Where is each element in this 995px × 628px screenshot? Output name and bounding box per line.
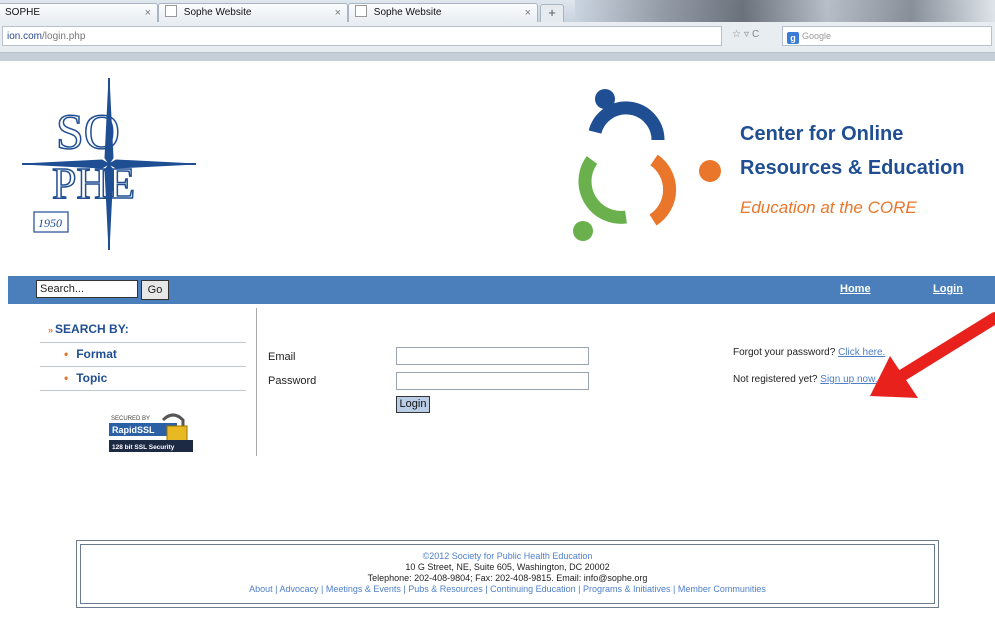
tab-sophe-website-1[interactable]: Sophe Website × (158, 3, 348, 22)
footer-link-pubs[interactable]: Pubs & Resources (408, 584, 483, 594)
search-input[interactable] (36, 280, 138, 298)
footer-link-continuing-education[interactable]: Continuing Education (490, 584, 576, 594)
close-tab-icon[interactable]: × (335, 4, 341, 22)
nav-bar: Go Home Login (8, 276, 995, 304)
sidebar-item-format[interactable]: • Format (40, 343, 246, 367)
sidebar: » SEARCH BY: • Format • Topic (40, 318, 246, 391)
tab-title: Sophe Website (373, 7, 442, 18)
footer-address: 10 G Street, NE, Suite 605, Washington, … (405, 562, 610, 572)
svg-text:SO: SO (56, 103, 120, 159)
tab-title: SOPHE (5, 7, 41, 18)
close-tab-icon[interactable]: × (145, 4, 151, 22)
rapidssl-badge[interactable]: SECURED BY RapidSSL 128 bit SSL Security (107, 410, 195, 454)
footer-contact: Telephone: 202-408-9804; Fax: 202-408-98… (367, 573, 648, 583)
footer-copyright: ©2012 Society for Public Health Educatio… (422, 551, 593, 561)
browser-tab-bar: SOPHE × Sophe Website × Sophe Website × … (0, 0, 995, 23)
footer-link-programs[interactable]: Programs & Initiatives (583, 584, 671, 594)
address-toolbar: ion.com/login.php ☆▿C g Google (0, 22, 995, 53)
svg-text:RapidSSL: RapidSSL (112, 425, 155, 435)
svg-text:128 bit SSL Security: 128 bit SSL Security (112, 444, 175, 451)
core-logo[interactable] (570, 82, 725, 245)
search-engine-label: Google (802, 31, 832, 41)
search-engine-box[interactable]: g Google (782, 26, 992, 46)
bookmark-star-icon[interactable]: ☆▿C (732, 29, 762, 40)
blurred-background (575, 0, 995, 22)
password-field[interactable] (396, 372, 589, 390)
footer-link-meetings[interactable]: Meetings & Events (326, 584, 401, 594)
home-link[interactable]: Home (840, 283, 871, 295)
sidebar-item-label: Topic (76, 371, 108, 385)
close-tab-icon[interactable]: × (525, 4, 531, 22)
footer: ©2012 Society for Public Health Educatio… (76, 540, 939, 608)
url-path: /login.php (42, 31, 86, 42)
tab-title: Sophe Website (183, 7, 252, 18)
go-button[interactable]: Go (141, 280, 169, 300)
page-icon (355, 5, 367, 17)
red-arrow-annotation (860, 300, 995, 423)
sophe-year: 1950 (38, 216, 62, 230)
search-by-heading: » SEARCH BY: (40, 318, 246, 343)
address-bar[interactable]: ion.com/login.php (2, 26, 722, 46)
toolbar-divider (0, 53, 995, 61)
core-title-line-2: Resources & Education (740, 157, 965, 179)
tab-sophe-website-2[interactable]: Sophe Website × (348, 3, 538, 22)
tab-sophe[interactable]: SOPHE × (0, 3, 158, 22)
page-icon (165, 5, 177, 17)
login-button[interactable]: Login (396, 396, 430, 413)
bullet-icon: • (64, 347, 69, 361)
footer-links: About | Advocacy | Meetings & Events | P… (249, 584, 766, 594)
column-divider (256, 308, 257, 456)
footer-link-advocacy[interactable]: Advocacy (279, 584, 318, 594)
bullet-icon: • (64, 371, 69, 385)
url-host: ion.com (7, 31, 43, 42)
login-link[interactable]: Login (933, 283, 963, 295)
email-label: Email (268, 351, 296, 363)
core-tagline: Education at the CORE (740, 198, 917, 217)
password-label: Password (268, 375, 317, 387)
svg-text:SECURED BY: SECURED BY (111, 416, 150, 422)
new-tab-button[interactable]: + (540, 4, 564, 23)
double-chevron-icon: » (48, 325, 54, 335)
core-title-line-1: Center for Online (740, 123, 904, 145)
core-title: Center for Online Resources & Education (740, 117, 965, 185)
email-field[interactable] (396, 347, 589, 365)
svg-text:PHE: PHE (52, 159, 135, 208)
footer-link-about[interactable]: About (249, 584, 273, 594)
sophe-logo[interactable]: SO PHE 1950 (21, 77, 197, 256)
register-text: Not registered yet? Sign up now. (733, 374, 878, 385)
google-icon: g (787, 32, 799, 44)
sidebar-item-label: Format (76, 347, 117, 361)
sidebar-item-topic[interactable]: • Topic (40, 367, 246, 391)
footer-link-member-communities[interactable]: Member Communities (678, 584, 766, 594)
